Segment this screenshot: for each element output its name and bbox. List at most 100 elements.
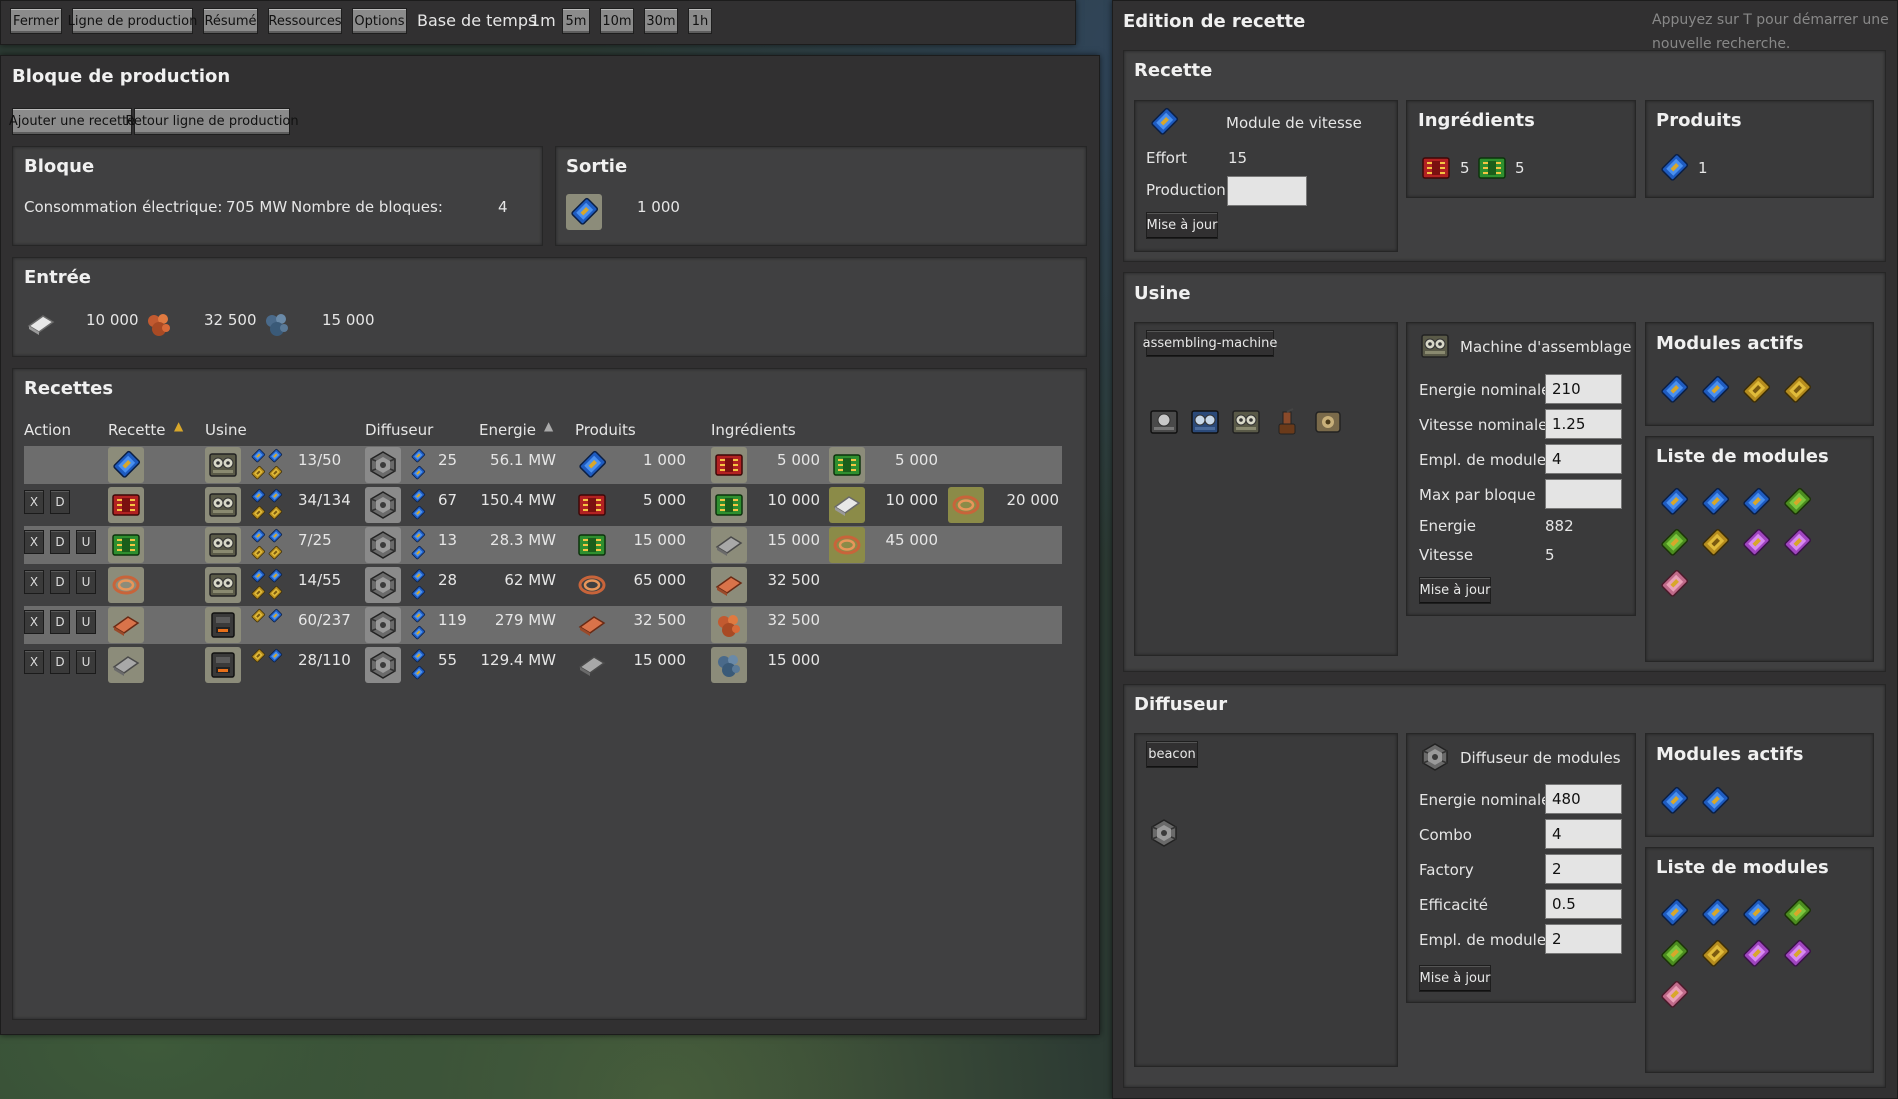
beacon-slot[interactable] (365, 567, 401, 603)
misc-module-icon[interactable] (1658, 568, 1690, 600)
beacon-modules-icon[interactable] (410, 448, 428, 482)
factory-modules-icon[interactable] (250, 608, 284, 626)
efficiency-module-icon[interactable] (1781, 486, 1813, 518)
delete-button[interactable]: X (24, 610, 44, 634)
factory-slot[interactable] (205, 447, 241, 483)
production-line-button[interactable]: Ligne de production (68, 8, 197, 34)
close-button[interactable]: Fermer (10, 8, 62, 34)
beacon-modules-icon[interactable] (410, 568, 428, 602)
quality-module-icon[interactable] (1740, 938, 1772, 970)
timebase-30m-button[interactable]: 30m (644, 8, 678, 34)
factory-update-button[interactable]: Mise à jour (1419, 577, 1491, 604)
sort-recipe-icon[interactable]: ▲ (174, 419, 183, 433)
speed-nominal-input[interactable]: 1.25 (1545, 409, 1622, 439)
productivity-module-icon[interactable] (1740, 374, 1772, 406)
sort-energy-icon[interactable]: ▲ (544, 419, 553, 433)
delete-button[interactable]: X (24, 650, 44, 674)
red-circuit-icon[interactable] (1420, 152, 1452, 184)
header-recipe[interactable]: Recette (108, 421, 165, 439)
copper-cable-icon[interactable] (576, 569, 608, 601)
ingredient-slot[interactable] (829, 447, 865, 483)
efficiency-module-icon[interactable] (1781, 897, 1813, 929)
timebase-10m-button[interactable]: 10m (600, 8, 634, 34)
delete-button[interactable]: X (24, 490, 44, 514)
factory-slot[interactable] (205, 607, 241, 643)
factory-modules-icon[interactable] (250, 488, 284, 522)
delete-button[interactable]: X (24, 570, 44, 594)
efficiency-module-2-icon[interactable] (1658, 527, 1690, 559)
beacon-type-button[interactable]: beacon (1146, 741, 1198, 768)
ingredient-slot[interactable] (711, 487, 747, 523)
beacon-slot[interactable] (365, 487, 401, 523)
ingredient-slot[interactable] (711, 607, 747, 643)
green-circuit-icon[interactable] (1476, 152, 1508, 184)
delete-button[interactable]: X (24, 530, 44, 554)
factory-type-button[interactable]: assembling-machine (1143, 330, 1277, 357)
lab-icon[interactable] (1312, 406, 1344, 438)
speed-module-icon[interactable] (1658, 486, 1690, 518)
speed-module-icon[interactable] (1658, 374, 1690, 406)
productivity-module-icon[interactable] (1699, 527, 1731, 559)
resources-button[interactable]: Ressources (268, 8, 342, 34)
up-button[interactable]: U (76, 650, 96, 674)
factory-slot[interactable] (205, 567, 241, 603)
ingredient-slot[interactable] (948, 487, 984, 523)
productivity-module-icon[interactable] (1699, 938, 1731, 970)
quality-module-2-icon[interactable] (1781, 938, 1813, 970)
speed-module-2-icon[interactable] (1699, 897, 1731, 929)
recipe-slot[interactable] (108, 567, 144, 603)
production-input[interactable] (1227, 176, 1307, 206)
factory-modules-icon[interactable] (250, 648, 284, 666)
factory-modules-icon[interactable] (250, 528, 284, 562)
summary-button[interactable]: Résumé (203, 8, 258, 34)
up-button[interactable]: U (76, 530, 96, 554)
beacon-slot[interactable] (365, 527, 401, 563)
speed-module-icon[interactable] (1699, 785, 1731, 817)
efficiency-input[interactable]: 0.5 (1545, 889, 1622, 919)
up-button[interactable]: U (76, 610, 96, 634)
factory-slot[interactable] (205, 487, 241, 523)
recipe-slot[interactable] (108, 607, 144, 643)
misc-module-icon[interactable] (1658, 979, 1690, 1011)
speed-module-icon[interactable] (576, 449, 608, 481)
assembling-machine-3-icon[interactable] (1230, 406, 1262, 438)
speed-module-icon[interactable] (1658, 897, 1690, 929)
burner-assembler-icon[interactable] (1271, 406, 1303, 438)
productivity-module-icon[interactable] (1781, 374, 1813, 406)
down-button[interactable]: D (50, 570, 70, 594)
speed-module-3-icon[interactable] (1740, 897, 1772, 929)
quality-module-icon[interactable] (1740, 527, 1772, 559)
recipe-slot[interactable] (108, 447, 144, 483)
factory-modules-icon[interactable] (250, 568, 284, 602)
quality-module-2-icon[interactable] (1781, 527, 1813, 559)
beacon-modules-icon[interactable] (410, 528, 428, 562)
header-energy[interactable]: Energie (479, 421, 536, 439)
recipe-update-button[interactable]: Mise à jour (1146, 212, 1218, 239)
factory-slot[interactable] (205, 647, 241, 683)
copper-plate-icon[interactable] (576, 609, 608, 641)
speed-module-2-icon[interactable] (1699, 486, 1731, 518)
ingredient-slot[interactable] (711, 447, 747, 483)
speed-module-3-icon[interactable] (1740, 486, 1772, 518)
efficiency-module-2-icon[interactable] (1658, 938, 1690, 970)
down-button[interactable]: D (50, 490, 70, 514)
speed-module-icon[interactable] (1658, 152, 1690, 184)
back-line-button[interactable]: Retour ligne de production (125, 108, 299, 135)
factory-input[interactable]: 2 (1545, 854, 1622, 884)
assembling-machine-2-icon[interactable] (1189, 406, 1221, 438)
up-button[interactable]: U (76, 570, 96, 594)
options-button[interactable]: Options (352, 8, 407, 34)
max-per-block-input[interactable] (1545, 479, 1622, 509)
beacon-slot[interactable] (365, 647, 401, 683)
beacon-slots-input[interactable]: 2 (1545, 924, 1622, 954)
beacon-modules-icon[interactable] (410, 488, 428, 522)
red-circuit-icon[interactable] (576, 489, 608, 521)
factory-slot[interactable] (205, 527, 241, 563)
ingredient-slot[interactable] (711, 647, 747, 683)
timebase-1h-button[interactable]: 1h (688, 8, 712, 34)
ingredient-slot[interactable] (829, 527, 865, 563)
combo-input[interactable]: 4 (1545, 819, 1622, 849)
beacon-modules-icon[interactable] (410, 608, 428, 642)
down-button[interactable]: D (50, 610, 70, 634)
beacon-modules-icon[interactable] (410, 648, 428, 682)
